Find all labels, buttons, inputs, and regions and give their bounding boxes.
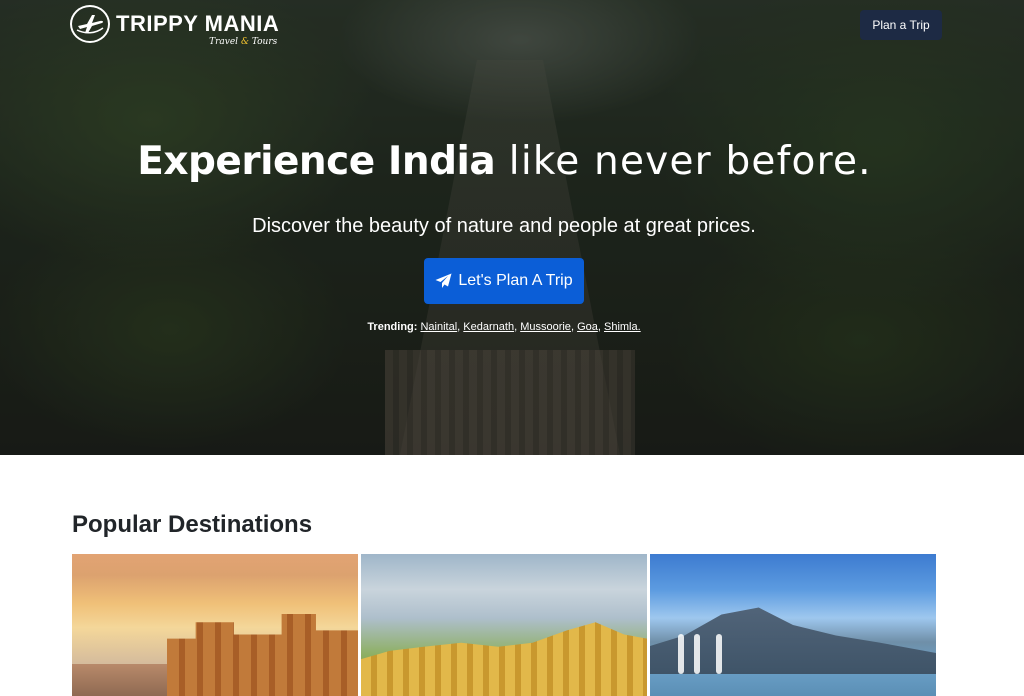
card-image-fort xyxy=(167,614,358,696)
paper-plane-icon xyxy=(435,273,452,289)
hero-subtitle: Discover the beauty of nature and people… xyxy=(252,215,756,237)
plan-a-trip-button[interactable]: Plan a Trip xyxy=(860,10,942,40)
brand-logo[interactable]: TRIPPY MANIA Travel & Tours xyxy=(70,5,280,47)
tagline-tours: Tours xyxy=(251,37,278,47)
card-image-fountain xyxy=(678,634,684,674)
trending-link-mussoorie[interactable]: Mussoorie xyxy=(520,321,571,333)
destination-card-fort[interactable] xyxy=(72,554,358,696)
trending-link-goa[interactable]: Goa xyxy=(577,321,598,333)
airplane-globe-icon xyxy=(70,5,110,43)
cta-label: Let's Plan A Trip xyxy=(458,272,573,289)
popular-destinations-heading: Popular Destinations xyxy=(72,511,313,538)
trending-label: Trending: xyxy=(367,321,418,333)
card-image-mountains xyxy=(650,607,936,674)
card-image-palace xyxy=(361,622,647,696)
trending-link-nainital[interactable]: Nainital xyxy=(420,321,457,333)
card-image-fountain xyxy=(716,634,722,674)
destination-card-lake[interactable] xyxy=(650,554,936,696)
card-image-fountain xyxy=(694,634,700,674)
trending-link-kedarnath[interactable]: Kedarnath xyxy=(463,321,514,333)
trending-link-shimla[interactable]: Shimla. xyxy=(604,321,641,333)
tagline-travel: Travel xyxy=(209,37,239,47)
brand-name: TRIPPY MANIA xyxy=(116,11,280,36)
lets-plan-a-trip-button[interactable]: Let's Plan A Trip xyxy=(424,258,584,304)
hero-section: TRIPPY MANIA Travel & Tours Plan a Trip … xyxy=(0,0,1024,455)
tagline-ampersand: & xyxy=(240,37,249,47)
brand-tagline: Travel & Tours xyxy=(209,37,277,47)
hero-title-light: like never before. xyxy=(508,139,872,184)
destination-card-palace[interactable] xyxy=(361,554,647,696)
hero-title-bold: Experience India xyxy=(137,139,496,184)
trending-bar: Trending: Nainital, Kedarnath, Mussoorie… xyxy=(367,321,641,333)
hero-title: Experience India like never before. xyxy=(0,138,1009,186)
